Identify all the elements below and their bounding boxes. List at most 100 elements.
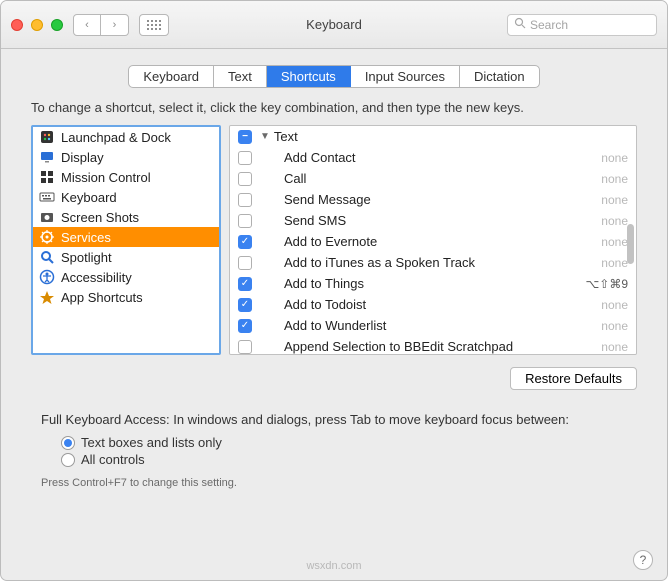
service-checkbox[interactable] [238, 151, 252, 165]
tab-input-sources[interactable]: Input Sources [351, 66, 460, 87]
search-field[interactable]: Search [507, 14, 657, 36]
grid-icon [147, 20, 161, 30]
service-label: Add to Things [260, 276, 585, 291]
fka-opt1-label: Text boxes and lists only [81, 435, 222, 450]
launchpad-icon [39, 129, 55, 145]
search-icon [514, 17, 526, 32]
forward-button[interactable]: › [101, 14, 129, 36]
service-shortcut[interactable]: ⌥⇧⌘9 [585, 277, 628, 291]
service-row[interactable]: Send SMSnone [230, 210, 636, 231]
spotlight-icon [39, 249, 55, 265]
sidebar-item-keyboard[interactable]: Keyboard [33, 187, 219, 207]
service-label: Add to Todoist [260, 297, 601, 312]
services-icon [39, 229, 55, 245]
service-shortcut[interactable]: none [601, 256, 628, 270]
service-shortcut[interactable]: none [601, 172, 628, 186]
sidebar-item-label: Display [61, 150, 104, 165]
fka-radio-textboxes[interactable]: Text boxes and lists only [61, 435, 627, 450]
accessibility-icon [39, 269, 55, 285]
service-row[interactable]: Add to iTunes as a Spoken Tracknone [230, 252, 636, 273]
sidebar-item-mission-control[interactable]: Mission Control [33, 167, 219, 187]
service-checkbox[interactable]: ✓ [238, 235, 252, 249]
minimize-icon[interactable] [31, 19, 43, 31]
service-label: Add to Evernote [260, 234, 601, 249]
sidebar-item-label: Accessibility [61, 270, 132, 285]
service-checkbox[interactable]: ✓ [238, 298, 252, 312]
sidebar-item-accessibility[interactable]: Accessibility [33, 267, 219, 287]
keyboard-icon [39, 189, 55, 205]
sidebar-item-screen-shots[interactable]: Screen Shots [33, 207, 219, 227]
service-row[interactable]: ✓ Add to Wunderlistnone [230, 315, 636, 336]
service-shortcut[interactable]: none [601, 151, 628, 165]
service-row[interactable]: Send Messagenone [230, 189, 636, 210]
tab-text[interactable]: Text [214, 66, 267, 87]
service-group-header[interactable]: ▼ Text [230, 126, 636, 147]
service-row[interactable]: ✓ Add to Evernotenone [230, 231, 636, 252]
disclosure-triangle-icon[interactable]: ▼ [260, 131, 270, 142]
sidebar-item-label: Services [61, 230, 111, 245]
screenshot-icon [39, 209, 55, 225]
zoom-icon[interactable] [51, 19, 63, 31]
sidebar-item-label: Mission Control [61, 170, 151, 185]
close-icon[interactable] [11, 19, 23, 31]
tab-keyboard[interactable]: Keyboard [129, 66, 214, 87]
service-shortcut[interactable]: none [601, 235, 628, 249]
sidebar-item-label: App Shortcuts [61, 290, 143, 305]
radio-icon [61, 436, 75, 450]
service-label: Add to Wunderlist [260, 318, 601, 333]
display-icon [39, 149, 55, 165]
help-button[interactable]: ? [633, 550, 653, 570]
group-checkbox[interactable] [238, 130, 252, 144]
sidebar-item-label: Spotlight [61, 250, 112, 265]
sidebar-item-label: Keyboard [61, 190, 117, 205]
sidebar-item-services[interactable]: Services [33, 227, 219, 247]
service-row[interactable]: ✓ Add to Things⌥⇧⌘9 [230, 273, 636, 294]
tabs-row: KeyboardTextShortcutsInput SourcesDictat… [1, 49, 667, 100]
tab-shortcuts[interactable]: Shortcuts [267, 66, 351, 87]
watermark: wsxdn.com [306, 560, 361, 572]
service-shortcut[interactable]: none [601, 319, 628, 333]
service-label: Append Selection to BBEdit Scratchpad [260, 339, 601, 354]
services-list[interactable]: ▼Text Add ContactnoneCallnoneSend Messag… [229, 125, 637, 355]
sidebar-item-label: Screen Shots [61, 210, 139, 225]
service-shortcut[interactable]: none [601, 298, 628, 312]
service-label: Call [260, 171, 601, 186]
sidebar-item-launchpad-dock[interactable]: Launchpad & Dock [33, 127, 219, 147]
service-row[interactable]: Callnone [230, 168, 636, 189]
window-controls [11, 19, 63, 31]
mission-icon [39, 169, 55, 185]
fka-hint: Press Control+F7 to change this setting. [41, 477, 627, 489]
service-checkbox[interactable] [238, 340, 252, 354]
group-label: Text [274, 129, 628, 144]
service-checkbox[interactable] [238, 214, 252, 228]
category-sidebar[interactable]: Launchpad & Dock Display Mission Control Ke… [31, 125, 221, 355]
service-row[interactable]: Append Selection to BBEdit Scratchpadnon… [230, 336, 636, 355]
window-title: Keyboard [306, 17, 362, 32]
nav-segmented: ‹ › [73, 14, 129, 36]
show-all-button[interactable] [139, 14, 169, 36]
app-icon [39, 289, 55, 305]
service-checkbox[interactable] [238, 172, 252, 186]
service-row[interactable]: Add Contactnone [230, 147, 636, 168]
service-shortcut[interactable]: none [601, 214, 628, 228]
instruction-text: To change a shortcut, select it, click t… [1, 100, 667, 125]
service-checkbox[interactable] [238, 256, 252, 270]
sidebar-item-spotlight[interactable]: Spotlight [33, 247, 219, 267]
scrollbar-thumb[interactable] [627, 224, 634, 264]
service-label: Add to iTunes as a Spoken Track [260, 255, 601, 270]
fka-opt2-label: All controls [81, 452, 145, 467]
sidebar-item-display[interactable]: Display [33, 147, 219, 167]
back-button[interactable]: ‹ [73, 14, 101, 36]
service-shortcut[interactable]: none [601, 193, 628, 207]
tab-dictation[interactable]: Dictation [460, 66, 539, 87]
restore-defaults-button[interactable]: Restore Defaults [510, 367, 637, 390]
radio-icon [61, 453, 75, 467]
tab-segmented: KeyboardTextShortcutsInput SourcesDictat… [128, 65, 539, 88]
sidebar-item-app-shortcuts[interactable]: App Shortcuts [33, 287, 219, 307]
fka-radio-allcontrols[interactable]: All controls [61, 452, 627, 467]
service-row[interactable]: ✓ Add to Todoistnone [230, 294, 636, 315]
service-checkbox[interactable] [238, 193, 252, 207]
service-checkbox[interactable]: ✓ [238, 319, 252, 333]
service-checkbox[interactable]: ✓ [238, 277, 252, 291]
service-shortcut[interactable]: none [601, 340, 628, 354]
